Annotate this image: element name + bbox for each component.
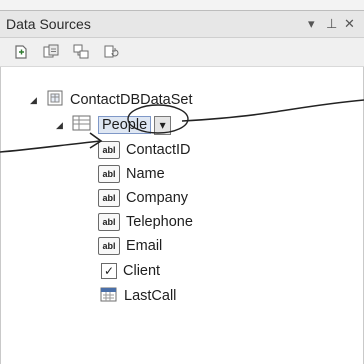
chevron-down-icon[interactable]: ▾ (308, 15, 315, 33)
data-sources-panel: Data Sources ▾ ⊥ ✕ ◢ ContactDBDataSet ◢ … (0, 10, 364, 364)
field-label: Company (126, 190, 189, 206)
textbox-icon: abl (98, 165, 120, 183)
expander-icon[interactable]: ◢ (56, 120, 66, 131)
expander-icon[interactable]: ◢ (30, 95, 40, 106)
tree-field-item[interactable]: abl Company (98, 187, 188, 209)
tree-field-item[interactable]: abl Email (98, 235, 162, 257)
configure-dataset-icon[interactable] (72, 43, 90, 61)
tree-node-dataset[interactable]: ◢ ContactDBDataSet (30, 89, 193, 111)
close-icon[interactable]: ✕ (344, 15, 355, 33)
textbox-icon: abl (98, 237, 120, 255)
panel-header: Data Sources ▾ ⊥ ✕ (0, 11, 364, 38)
tree-field-item[interactable]: ✓ Client (98, 260, 160, 282)
chevron-down-icon: ▾ (159, 118, 166, 132)
pin-icon[interactable]: ⊥ (326, 15, 337, 33)
field-label: Telephone (126, 214, 193, 230)
tree-field-item[interactable]: abl Telephone (98, 211, 193, 233)
tree-field-item[interactable]: LastCall (98, 285, 176, 307)
textbox-icon: abl (98, 213, 120, 231)
add-data-source-icon[interactable] (12, 43, 30, 61)
tree-field-item[interactable]: abl ContactID (98, 139, 190, 161)
dataset-label: ContactDBDataSet (70, 92, 193, 108)
textbox-icon: abl (98, 141, 120, 159)
panel-title: Data Sources (6, 16, 91, 32)
table-label: People (98, 116, 152, 134)
tree-node-table[interactable]: ◢ People ▾ (56, 114, 172, 136)
checkbox-icon: ✓ (101, 263, 117, 279)
data-sources-toolbar (0, 38, 364, 67)
tree-field-item[interactable]: abl Name (98, 163, 165, 185)
control-type-dropdown-button[interactable]: ▾ (154, 115, 172, 135)
refresh-icon[interactable] (102, 43, 120, 61)
calendar-icon (100, 285, 118, 307)
textbox-icon: abl (98, 189, 120, 207)
field-label: Client (123, 263, 161, 279)
table-grid-icon (72, 114, 92, 136)
dataset-icon (46, 89, 64, 111)
edit-dataset-icon[interactable] (42, 43, 60, 61)
field-label: LastCall (124, 288, 177, 304)
field-label: Email (126, 238, 163, 254)
field-label: Name (126, 166, 165, 182)
field-label: ContactID (126, 142, 191, 158)
